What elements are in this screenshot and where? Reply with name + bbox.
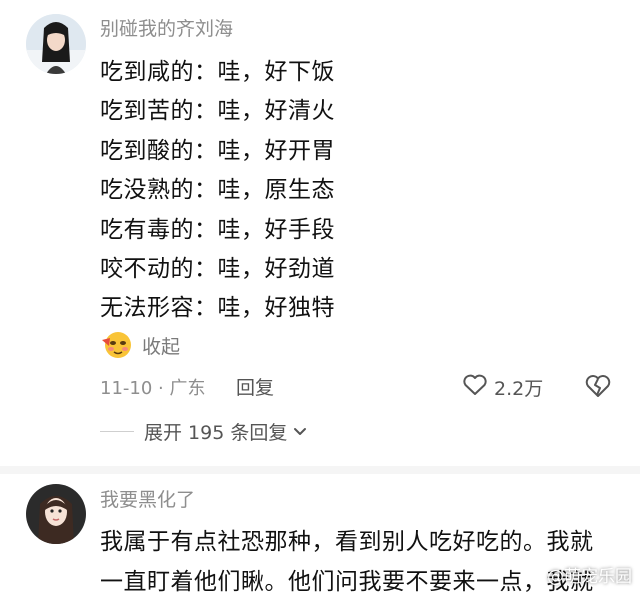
comment-text-line: 吃到咸的：哇，好下饭: [100, 59, 335, 85]
like-button[interactable]: 2.2万: [462, 373, 543, 401]
comment-text-line: 咬不动的：哇，好劲道: [100, 256, 335, 282]
expand-replies-label: 展开 195 条回复: [144, 421, 288, 444]
comment-item: 别碰我的齐刘海 吃到咸的：哇，好下饭 吃到苦的：哇，好清火 吃到酸的：哇，好开胃…: [0, 0, 640, 470]
watermark-text: @萌宠乐园: [547, 567, 632, 587]
comment-date-location: 11-10 · 广东: [100, 378, 206, 399]
expand-divider-dash: [100, 430, 134, 432]
collapse-label: 收起: [142, 335, 181, 358]
like-count: 2.2万: [494, 377, 544, 400]
comment-text-line: 我属于有点社恐那种，看到别人吃好吃的。我就: [100, 529, 594, 555]
watermark: @萌宠乐园: [525, 562, 632, 587]
comment-text-line: 吃到酸的：哇，好开胃: [100, 138, 335, 164]
avatar[interactable]: [26, 14, 86, 74]
comment-text-line: 吃到苦的：哇，好清火: [100, 98, 335, 124]
reply-button[interactable]: 回复: [236, 373, 274, 400]
chevron-down-icon: [293, 422, 307, 441]
username[interactable]: 别碰我的齐刘海: [100, 14, 233, 41]
username[interactable]: 我要黑化了: [100, 485, 195, 512]
comment-meta: 11-10 · 广东 回复 2.2万: [100, 373, 620, 401]
comment-text-line: 吃有毒的：哇，好手段: [100, 217, 335, 243]
section-divider: [0, 466, 640, 474]
embarrassed-emoji-icon: [100, 330, 134, 360]
heart-outline-icon: [462, 373, 488, 401]
collapse-button[interactable]: 收起: [100, 330, 180, 360]
comment-text-line: 吃没熟的：哇，原生态: [100, 177, 335, 203]
watermark-logo-icon: [525, 563, 543, 586]
avatar[interactable]: [26, 484, 86, 544]
comment-feed: 别碰我的齐刘海 吃到咸的：哇，好下饭 吃到苦的：哇，好清火 吃到酸的：哇，好开胃…: [0, 0, 640, 595]
comment-text-line: 一直盯着他们瞅。他们问我要不要来一点，我就: [100, 569, 594, 595]
comment-text-line: 无法形容：哇，好独特: [100, 295, 335, 321]
dislike-button[interactable]: [584, 373, 612, 403]
expand-replies-button[interactable]: 展开 195 条回复: [100, 418, 307, 444]
broken-heart-icon: [584, 375, 612, 403]
